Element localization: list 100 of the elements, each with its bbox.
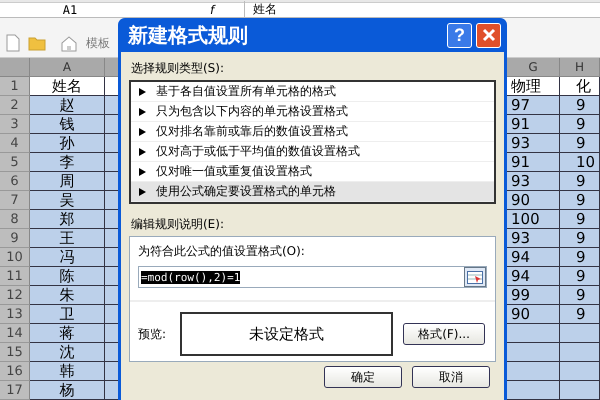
table-cell: 冯 — [30, 248, 105, 267]
table-cell: 10 — [560, 153, 600, 172]
table-cell: 韩 — [30, 362, 105, 381]
document-icon[interactable] — [6, 34, 20, 52]
table-cell: 周 — [30, 172, 105, 191]
column-header[interactable]: H — [560, 58, 600, 77]
table-cell: 陈 — [30, 267, 105, 286]
table-cell: 9 — [560, 229, 600, 248]
folder-icon[interactable] — [28, 36, 46, 51]
table-cell: 杨 — [30, 381, 105, 400]
rule-type-item[interactable]: 只为包含以下内容的单元格设置格式 — [131, 102, 494, 122]
table-cell: 沈 — [30, 343, 105, 362]
dialog-title: 新建格式规则 — [128, 22, 249, 48]
triangle-icon — [139, 168, 146, 176]
table-cell: 9 — [560, 115, 600, 134]
table-cell: 99 — [507, 286, 560, 305]
table-cell: 物理 — [507, 77, 560, 96]
row-header[interactable]: 5 — [0, 153, 30, 172]
home-icon[interactable] — [60, 34, 78, 52]
table-cell: 卫 — [30, 305, 105, 324]
row-header[interactable]: 2 — [0, 96, 30, 115]
table-cell: 化 — [560, 77, 600, 96]
table-cell: 93 — [507, 229, 560, 248]
table-cell — [560, 324, 600, 343]
triangle-icon — [139, 128, 146, 136]
row-header[interactable]: 11 — [0, 267, 30, 286]
table-cell: 93 — [507, 172, 560, 191]
row-header[interactable]: 13 — [0, 305, 30, 324]
close-button[interactable] — [476, 22, 501, 48]
formula-label: 为符合此公式的值设置格式(O): — [138, 243, 306, 260]
row-header[interactable]: 3 — [0, 115, 30, 134]
column-header[interactable]: A — [30, 58, 105, 77]
table-cell: 9 — [560, 286, 600, 305]
table-cell: 94 — [507, 267, 560, 286]
row-header[interactable]: 6 — [0, 172, 30, 191]
table-cell: 李 — [30, 153, 105, 172]
table-cell — [560, 362, 600, 381]
table-cell — [507, 343, 560, 362]
row-header[interactable]: 7 — [0, 191, 30, 210]
table-cell: 姓名 — [30, 77, 105, 96]
preview-box: 未设定格式 — [180, 312, 394, 356]
table-cell: 9 — [560, 172, 600, 191]
rule-type-item[interactable]: 基于各自值设置所有单元格的格式 — [131, 82, 494, 102]
table-cell — [560, 343, 600, 362]
table-cell — [507, 324, 560, 343]
ok-button[interactable]: 确定 — [324, 366, 402, 388]
table-cell: 郑 — [30, 210, 105, 229]
table-cell: 90 — [507, 191, 560, 210]
table-cell — [507, 381, 560, 400]
table-cell: 9 — [560, 96, 600, 115]
triangle-icon — [139, 108, 146, 116]
row-header[interactable]: 14 — [0, 324, 30, 343]
range-picker-button[interactable] — [464, 267, 486, 287]
close-icon — [480, 27, 496, 43]
table-cell: 赵 — [30, 96, 105, 115]
triangle-icon — [139, 148, 146, 156]
row-header[interactable]: 10 — [0, 248, 30, 267]
select-all-corner[interactable] — [0, 58, 30, 77]
table-cell: 94 — [507, 248, 560, 267]
edit-rule-label: 编辑规则说明(E): — [131, 216, 225, 233]
table-cell: 朱 — [30, 286, 105, 305]
cancel-button[interactable]: 取消 — [412, 366, 490, 388]
row-header[interactable]: 8 — [0, 210, 30, 229]
table-cell — [507, 362, 560, 381]
template-tab[interactable]: 模板 — [86, 34, 110, 52]
table-cell: 9 — [560, 210, 600, 229]
row-header[interactable]: 9 — [0, 229, 30, 248]
table-cell: 91 — [507, 153, 560, 172]
table-cell: 王 — [30, 229, 105, 248]
row-header[interactable]: 16 — [0, 362, 30, 381]
row-header[interactable]: 4 — [0, 134, 30, 153]
table-cell: 9 — [560, 191, 600, 210]
table-cell: 钱 — [30, 115, 105, 134]
function-label[interactable]: f — [210, 2, 230, 17]
table-cell: 93 — [507, 134, 560, 153]
preview-label: 预览: — [138, 326, 166, 342]
table-cell — [560, 381, 600, 400]
rule-type-item[interactable]: 使用公式确定要设置格式的单元格 — [131, 182, 494, 202]
row-header[interactable]: 1 — [0, 77, 30, 96]
name-box[interactable]: A1 — [0, 2, 140, 17]
rule-type-label: 选择规则类型(S): — [131, 60, 226, 77]
row-header[interactable]: 17 — [0, 381, 30, 400]
table-cell: 90 — [507, 305, 560, 324]
column-header[interactable]: G — [507, 58, 560, 77]
table-cell: 蒋 — [30, 324, 105, 343]
table-cell: 9 — [560, 134, 600, 153]
table-cell: 孙 — [30, 134, 105, 153]
rule-type-item[interactable]: 仅对排名靠前或靠后的数值设置格式 — [131, 122, 494, 142]
table-cell: 9 — [560, 305, 600, 324]
formula-input[interactable]: =mod(row(),2)=1 — [138, 266, 487, 288]
rule-type-item[interactable]: 仅对唯一值或重复值设置格式 — [131, 162, 494, 182]
triangle-icon — [139, 188, 146, 196]
row-header[interactable]: 12 — [0, 286, 30, 305]
format-button[interactable]: 格式(F)... — [403, 323, 486, 345]
table-cell: 9 — [560, 267, 600, 286]
triangle-icon — [139, 88, 146, 96]
rule-type-item[interactable]: 仅对高于或低于平均值的数值设置格式 — [131, 142, 494, 162]
help-button[interactable]: ? — [447, 22, 472, 48]
table-cell: 100 — [507, 210, 560, 229]
row-header[interactable]: 15 — [0, 343, 30, 362]
